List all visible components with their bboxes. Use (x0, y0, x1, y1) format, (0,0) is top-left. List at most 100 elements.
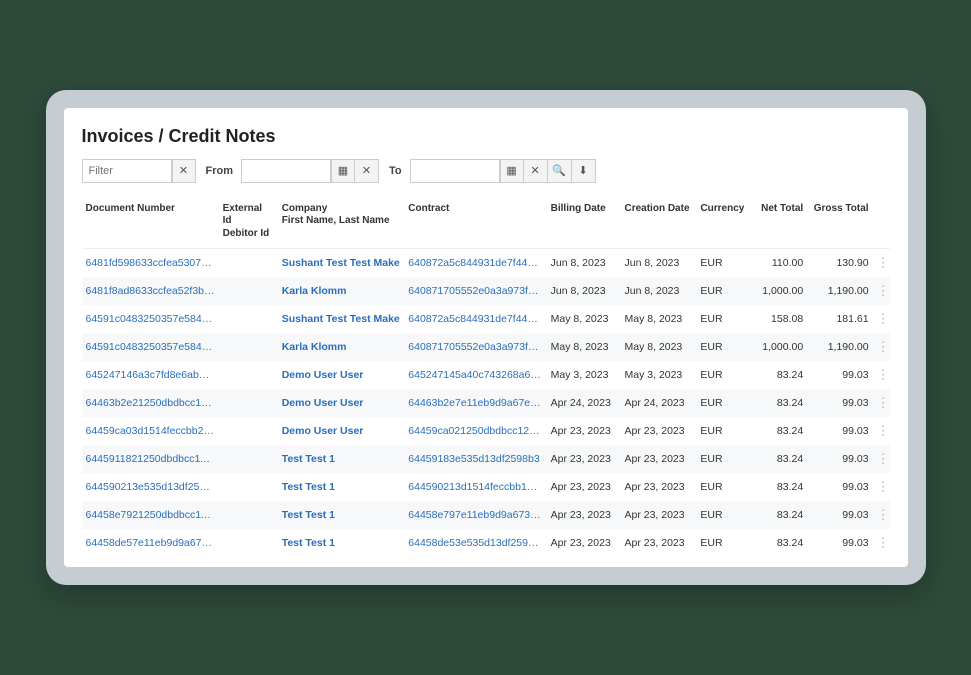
row-actions-button[interactable]: ⋮ (873, 333, 890, 361)
billing-date-cell: Apr 24, 2023 (547, 389, 621, 417)
table-header-row: Document Number External IdDebitor Id Co… (82, 197, 890, 249)
currency-cell: EUR (696, 501, 749, 529)
download-icon: ⬇ (579, 164, 588, 177)
doc-number-link[interactable]: 6445911821250dbdbcc11f79 (82, 445, 219, 473)
clear-to-button[interactable]: ✕ (524, 159, 548, 183)
to-date-input[interactable] (410, 159, 500, 183)
currency-cell: EUR (696, 305, 749, 333)
col-external-id[interactable]: External IdDebitor Id (219, 197, 278, 249)
company-link[interactable]: Test Test 1 (278, 445, 405, 473)
doc-number-link[interactable]: 645247146a3c7fd8e6ab8b5 (82, 361, 219, 389)
kebab-icon: ⋮ (877, 311, 890, 326)
row-actions-button[interactable]: ⋮ (873, 445, 890, 473)
external-id-cell (219, 333, 278, 361)
external-id-cell (219, 249, 278, 278)
table-row: 6481fd598633ccfea5307c17 Sushant Test Tes… (82, 249, 890, 278)
creation-date-cell: Apr 23, 2023 (620, 501, 696, 529)
table-row: 64591c0483250357e584472c Karla Klomm64087… (82, 333, 890, 361)
doc-number-link[interactable]: 6481fd598633ccfea5307c17 (82, 249, 219, 278)
col-gross-total[interactable]: Gross Total (807, 197, 872, 249)
page-title: Invoices / Credit Notes (82, 126, 890, 147)
col-net-total[interactable]: Net Total (749, 197, 807, 249)
net-total-cell: 83.24 (749, 501, 807, 529)
contract-link[interactable]: 64459ca021250dbdbcc127ee (404, 417, 546, 445)
row-actions-button[interactable]: ⋮ (873, 529, 890, 557)
contract-link[interactable]: 644590213d1514feccbb18d9 (404, 473, 546, 501)
currency-cell: EUR (696, 277, 749, 305)
row-actions-button[interactable]: ⋮ (873, 501, 890, 529)
clear-from-button[interactable]: ✕ (355, 159, 379, 183)
net-total-cell: 1,000.00 (749, 277, 807, 305)
contract-link[interactable]: 64458e797e11eb9d9a673a52 (404, 501, 546, 529)
filter-toolbar: ✕ From ▦ ✕ To ▦ ✕ 🔍 ⬇ (82, 159, 890, 183)
contract-link[interactable]: 640872a5c844931de7f443d2 (404, 249, 546, 278)
company-link[interactable]: Test Test 1 (278, 529, 405, 557)
company-link[interactable]: Test Test 1 (278, 501, 405, 529)
company-link[interactable]: Demo User User (278, 389, 405, 417)
row-actions-button[interactable]: ⋮ (873, 361, 890, 389)
table-row: 6481f8ad8633ccfea52f3b23 Karla Klomm64087… (82, 277, 890, 305)
contract-link[interactable]: 640871705552e0a3a973f051 (404, 333, 546, 361)
gross-total-cell: 99.03 (807, 445, 872, 473)
from-date-input[interactable] (241, 159, 331, 183)
filter-input[interactable] (82, 159, 172, 183)
creation-date-cell: Apr 23, 2023 (620, 417, 696, 445)
doc-number-link[interactable]: 64591c0483250357e5844743 (82, 305, 219, 333)
gross-total-cell: 99.03 (807, 473, 872, 501)
creation-date-cell: May 8, 2023 (620, 305, 696, 333)
download-button[interactable]: ⬇ (572, 159, 596, 183)
close-icon: ✕ (362, 164, 371, 177)
net-total-cell: 158.08 (749, 305, 807, 333)
gross-total-cell: 130.90 (807, 249, 872, 278)
company-link[interactable]: Sushant Test Test Make (278, 249, 405, 278)
creation-date-cell: Jun 8, 2023 (620, 277, 696, 305)
contract-link[interactable]: 645247145a40c743268a6d4d (404, 361, 546, 389)
currency-cell: EUR (696, 361, 749, 389)
row-actions-button[interactable]: ⋮ (873, 305, 890, 333)
from-date-picker-button[interactable]: ▦ (331, 159, 355, 183)
search-button[interactable]: 🔍 (548, 159, 572, 183)
contract-link[interactable]: 64458de53e535d13df259610 (404, 529, 546, 557)
currency-cell: EUR (696, 417, 749, 445)
net-total-cell: 83.24 (749, 389, 807, 417)
creation-date-cell: Jun 8, 2023 (620, 249, 696, 278)
row-actions-button[interactable]: ⋮ (873, 389, 890, 417)
col-actions (873, 197, 890, 249)
company-link[interactable]: Sushant Test Test Make (278, 305, 405, 333)
creation-date-cell: Apr 23, 2023 (620, 473, 696, 501)
contract-link[interactable]: 640872a5c844931de7f443d2 (404, 305, 546, 333)
row-actions-button[interactable]: ⋮ (873, 277, 890, 305)
doc-number-link[interactable]: 64458e7921250dbdbcc11d20 (82, 501, 219, 529)
calendar-icon: ▦ (506, 164, 516, 177)
company-link[interactable]: Karla Klomm (278, 277, 405, 305)
company-link[interactable]: Demo User User (278, 417, 405, 445)
to-date-picker-button[interactable]: ▦ (500, 159, 524, 183)
doc-number-link[interactable]: 644590213e535d13df2597f8 (82, 473, 219, 501)
doc-number-link[interactable]: 64458de57e11eb9d9a6739c7 (82, 529, 219, 557)
billing-date-cell: May 3, 2023 (547, 361, 621, 389)
row-actions-button[interactable]: ⋮ (873, 473, 890, 501)
billing-date-cell: Apr 23, 2023 (547, 529, 621, 557)
company-link[interactable]: Test Test 1 (278, 473, 405, 501)
doc-number-link[interactable]: 64463b2e21250dbdbcc1d1cd (82, 389, 219, 417)
col-company[interactable]: CompanyFirst Name, Last Name (278, 197, 405, 249)
billing-date-cell: Apr 23, 2023 (547, 473, 621, 501)
contract-link[interactable]: 640871705552e0a3a973f051 (404, 277, 546, 305)
clear-filter-button[interactable]: ✕ (172, 159, 196, 183)
contract-link[interactable]: 64459183e535d13df2598b3 (404, 445, 546, 473)
contract-link[interactable]: 64463b2e7e11eb9d9a67ed44 (404, 389, 546, 417)
table-row: 64463b2e21250dbdbcc1d1cd Demo User User64… (82, 389, 890, 417)
doc-number-link[interactable]: 64459ca03d1514feccbb2251 (82, 417, 219, 445)
col-currency[interactable]: Currency (696, 197, 749, 249)
col-billing-date[interactable]: Billing Date (547, 197, 621, 249)
row-actions-button[interactable]: ⋮ (873, 249, 890, 278)
doc-number-link[interactable]: 6481f8ad8633ccfea52f3b23 (82, 277, 219, 305)
col-creation-date[interactable]: Creation Date (620, 197, 696, 249)
company-link[interactable]: Karla Klomm (278, 333, 405, 361)
net-total-cell: 83.24 (749, 361, 807, 389)
company-link[interactable]: Demo User User (278, 361, 405, 389)
row-actions-button[interactable]: ⋮ (873, 417, 890, 445)
col-document-number[interactable]: Document Number (82, 197, 219, 249)
doc-number-link[interactable]: 64591c0483250357e584472c (82, 333, 219, 361)
col-contract[interactable]: Contract (404, 197, 546, 249)
